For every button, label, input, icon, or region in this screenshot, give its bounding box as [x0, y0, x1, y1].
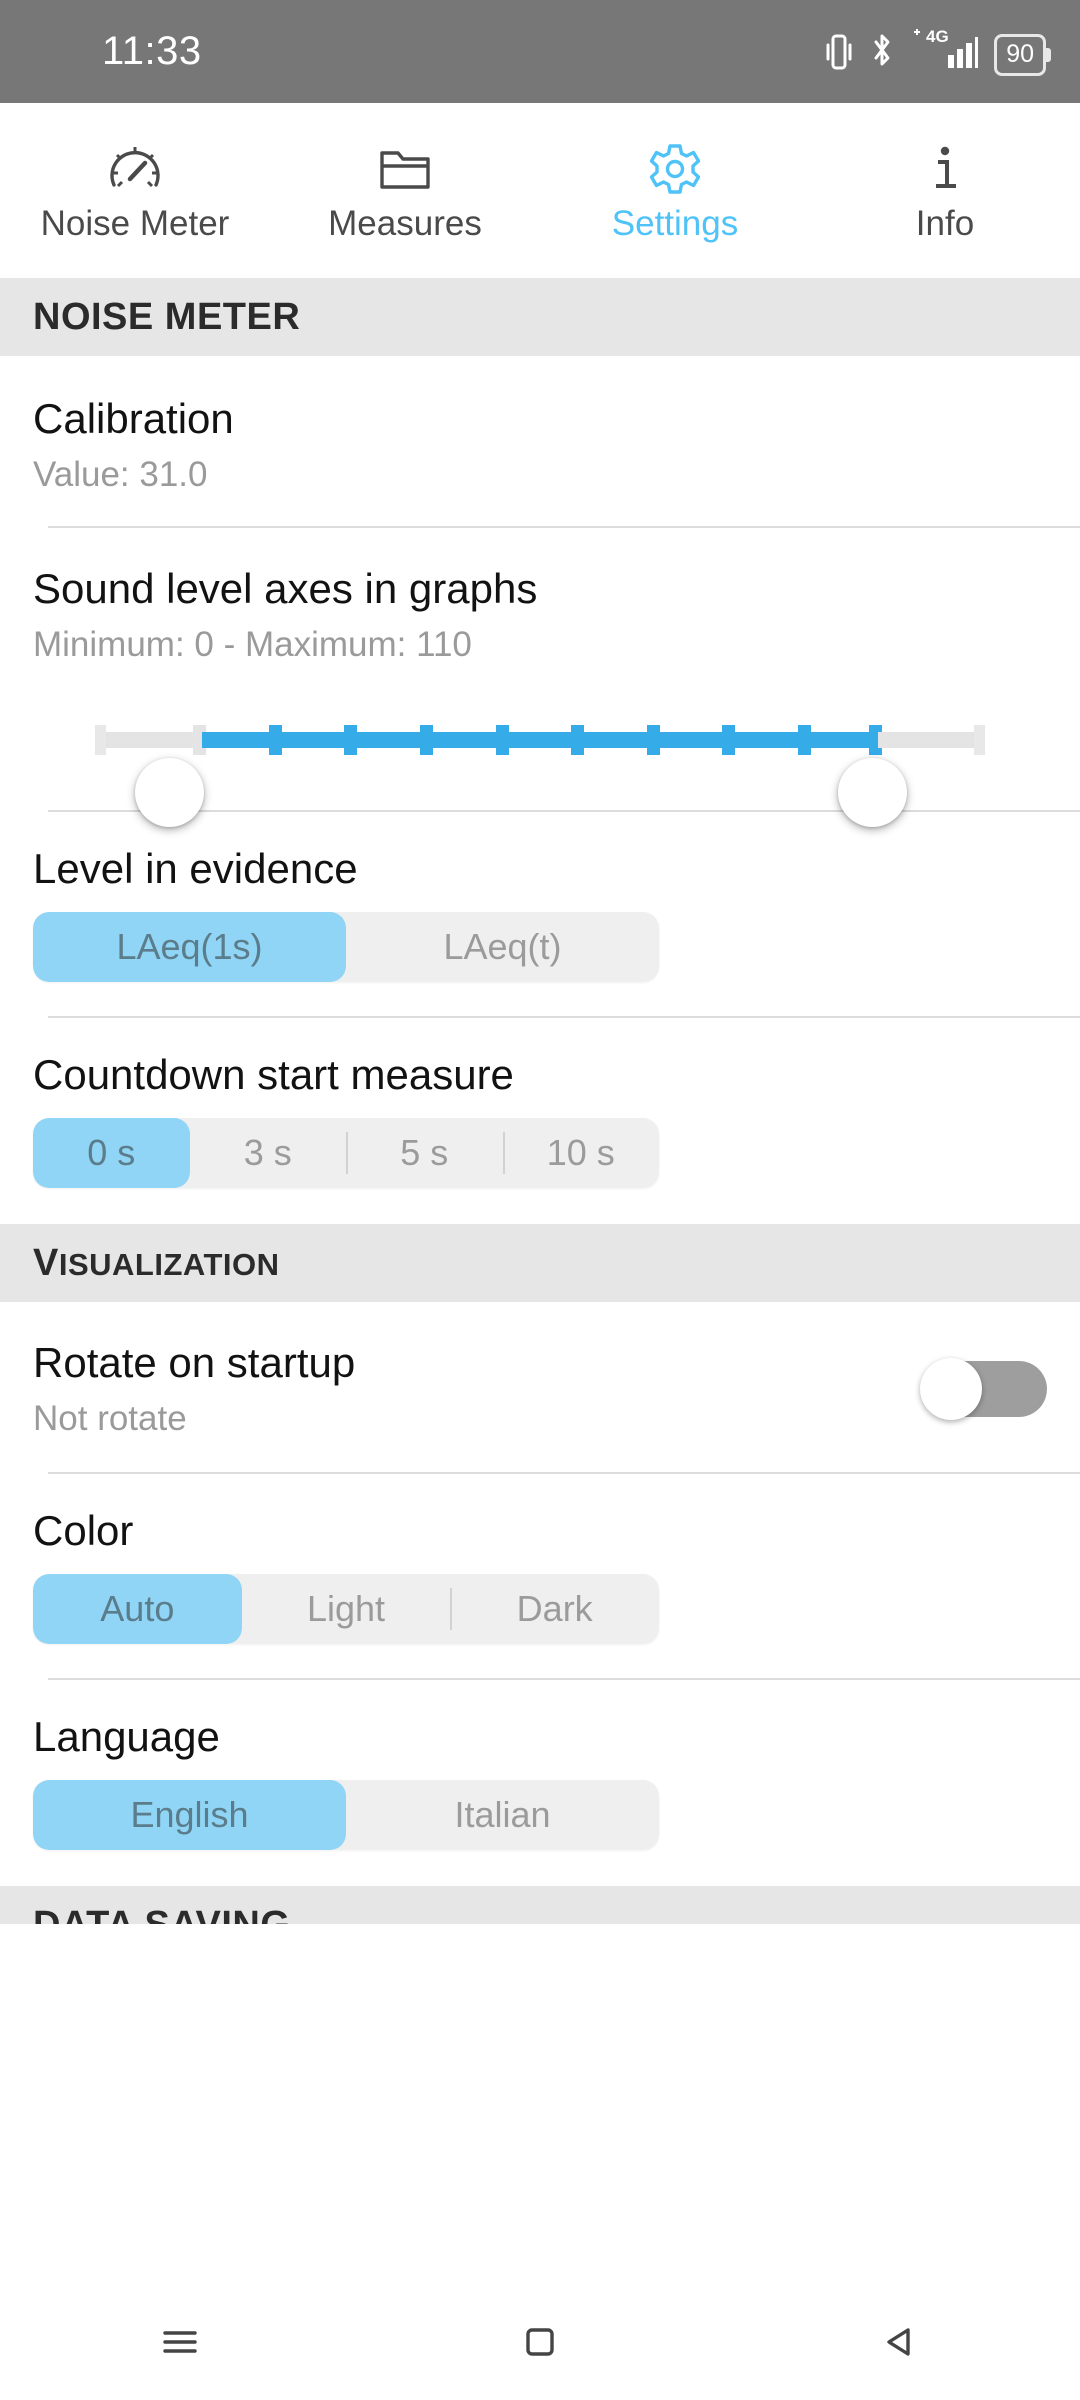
rotate-on-startup-text: Rotate on startup Not rotate	[33, 1339, 356, 1438]
segmented-control-countdown[interactable]: 0 s 3 s 5 s 10 s	[33, 1118, 659, 1188]
signal-icon: 4G	[912, 25, 979, 76]
segment-5s[interactable]: 5 s	[346, 1118, 503, 1188]
range-tick-active	[798, 725, 812, 755]
setting-row-countdown: Countdown start measure 0 s 3 s 5 s 10 s	[0, 1018, 1080, 1224]
segment-dark[interactable]: Dark	[450, 1574, 659, 1644]
rotate-on-startup-title: Rotate on startup	[33, 1339, 356, 1386]
top-tab-bar[interactable]: Noise Meter Measures Settings Info	[0, 103, 1080, 278]
section-title-noise-meter: NOISE METER	[33, 295, 301, 338]
battery-icon: 90	[994, 34, 1051, 76]
range-tick-active	[571, 725, 585, 755]
sound-level-axes-value: Minimum: 0 - Maximum: 110	[33, 625, 472, 664]
tab-label-info: Info	[915, 203, 975, 243]
segmented-control-color[interactable]: Auto Light Dark	[33, 1574, 659, 1644]
setting-row-language: Language English Italian	[0, 1680, 1080, 1886]
status-bar-icons: 4G 90	[826, 25, 1051, 78]
back-icon	[878, 2320, 922, 2369]
setting-row-color: Color Auto Light Dark	[0, 1474, 1080, 1678]
segmented-control-level-in-evidence[interactable]: LAeq(1s) LAeq(t)	[33, 912, 659, 982]
sound-level-range-slider[interactable]	[33, 680, 1047, 827]
tab-label-noise-meter: Noise Meter	[40, 203, 230, 243]
segment-english[interactable]: English	[33, 1780, 346, 1850]
tab-label-measures: Measures	[328, 203, 482, 243]
segment-0s[interactable]: 0 s	[33, 1118, 190, 1188]
range-tick-active	[344, 725, 358, 755]
system-navigation-bar[interactable]	[0, 2288, 1080, 2400]
range-tick-active	[268, 725, 282, 755]
section-header-noise-meter: NOISE METER	[0, 278, 1080, 356]
range-thumb-max[interactable]	[838, 758, 908, 827]
section-title-visualization-first: V	[33, 1241, 59, 1284]
status-bar: 11:33 4G 90	[0, 0, 1080, 103]
gauge-icon	[107, 141, 163, 197]
tab-label-settings: Settings	[611, 203, 739, 243]
svg-text:4G: 4G	[926, 27, 949, 46]
range-cap-left	[95, 725, 106, 755]
section-header-visualization: VISUALIZATION	[0, 1224, 1080, 1302]
calibration-value: Value: 31.0	[33, 455, 208, 494]
tab-settings[interactable]: Settings	[540, 103, 810, 278]
tab-info[interactable]: Info	[810, 103, 1080, 278]
segment-laeq-t[interactable]: LAeq(t)	[346, 912, 659, 982]
section-title-data-saving: DATA SAVING	[33, 1904, 290, 1924]
segment-light[interactable]: Light	[242, 1574, 451, 1644]
range-cap-right	[974, 725, 985, 755]
level-in-evidence-title: Level in evidence	[33, 845, 358, 892]
language-title: Language	[33, 1713, 220, 1760]
range-tick-active	[495, 725, 509, 755]
setting-row-level-in-evidence: Level in evidence LAeq(1s) LAeq(t)	[0, 812, 1080, 1016]
gear-icon	[647, 141, 703, 197]
status-bar-clock: 11:33	[102, 29, 202, 73]
range-track-inactive-right	[878, 732, 985, 748]
toggle-knob	[920, 1358, 982, 1420]
setting-row-rotate-on-startup[interactable]: Rotate on startup Not rotate	[0, 1302, 1080, 1472]
color-title: Color	[33, 1507, 134, 1554]
range-track-inactive-left	[95, 732, 202, 748]
segment-10s[interactable]: 10 s	[503, 1118, 660, 1188]
range-tick-active	[722, 725, 736, 755]
back-button[interactable]	[720, 2320, 1080, 2369]
app-screen: 11:33 4G 90 Noise Meter Measures Setting…	[0, 0, 1080, 2400]
segment-italian[interactable]: Italian	[346, 1780, 659, 1850]
rotate-on-startup-value: Not rotate	[33, 1399, 187, 1438]
range-track-active	[201, 732, 879, 748]
folder-icon	[377, 141, 433, 197]
range-tick-active	[419, 725, 433, 755]
setting-row-calibration[interactable]: Calibration Value: 31.0	[0, 356, 1080, 526]
countdown-title: Countdown start measure	[33, 1051, 514, 1098]
tab-measures[interactable]: Measures	[270, 103, 540, 278]
vibrate-icon	[826, 33, 852, 76]
range-tick-active	[646, 725, 660, 755]
home-icon	[518, 2320, 562, 2369]
segment-laeq-1s[interactable]: LAeq(1s)	[33, 912, 346, 982]
calibration-title: Calibration	[33, 395, 234, 442]
segment-auto[interactable]: Auto	[33, 1574, 242, 1644]
segmented-control-language[interactable]: English Italian	[33, 1780, 659, 1850]
section-title-visualization: VISUALIZATION	[33, 1242, 280, 1285]
section-title-visualization-rest: ISUALIZATION	[58, 1246, 280, 1282]
segment-3s[interactable]: 3 s	[190, 1118, 347, 1188]
recents-icon	[158, 2320, 202, 2369]
recents-button[interactable]	[0, 2320, 360, 2369]
rotate-on-startup-toggle[interactable]	[920, 1358, 1047, 1420]
tab-noise-meter[interactable]: Noise Meter	[0, 103, 270, 278]
home-button[interactable]	[360, 2320, 720, 2369]
bluetooth-icon	[868, 31, 896, 76]
info-icon	[917, 141, 973, 197]
range-thumb-min[interactable]	[135, 758, 205, 827]
sound-level-axes-title: Sound level axes in graphs	[33, 565, 538, 612]
section-header-data-saving: DATA SAVING	[0, 1886, 1080, 1924]
range-slider-track[interactable]	[95, 725, 985, 827]
setting-row-sound-level-axes[interactable]: Sound level axes in graphs Minimum: 0 - …	[0, 528, 1080, 827]
